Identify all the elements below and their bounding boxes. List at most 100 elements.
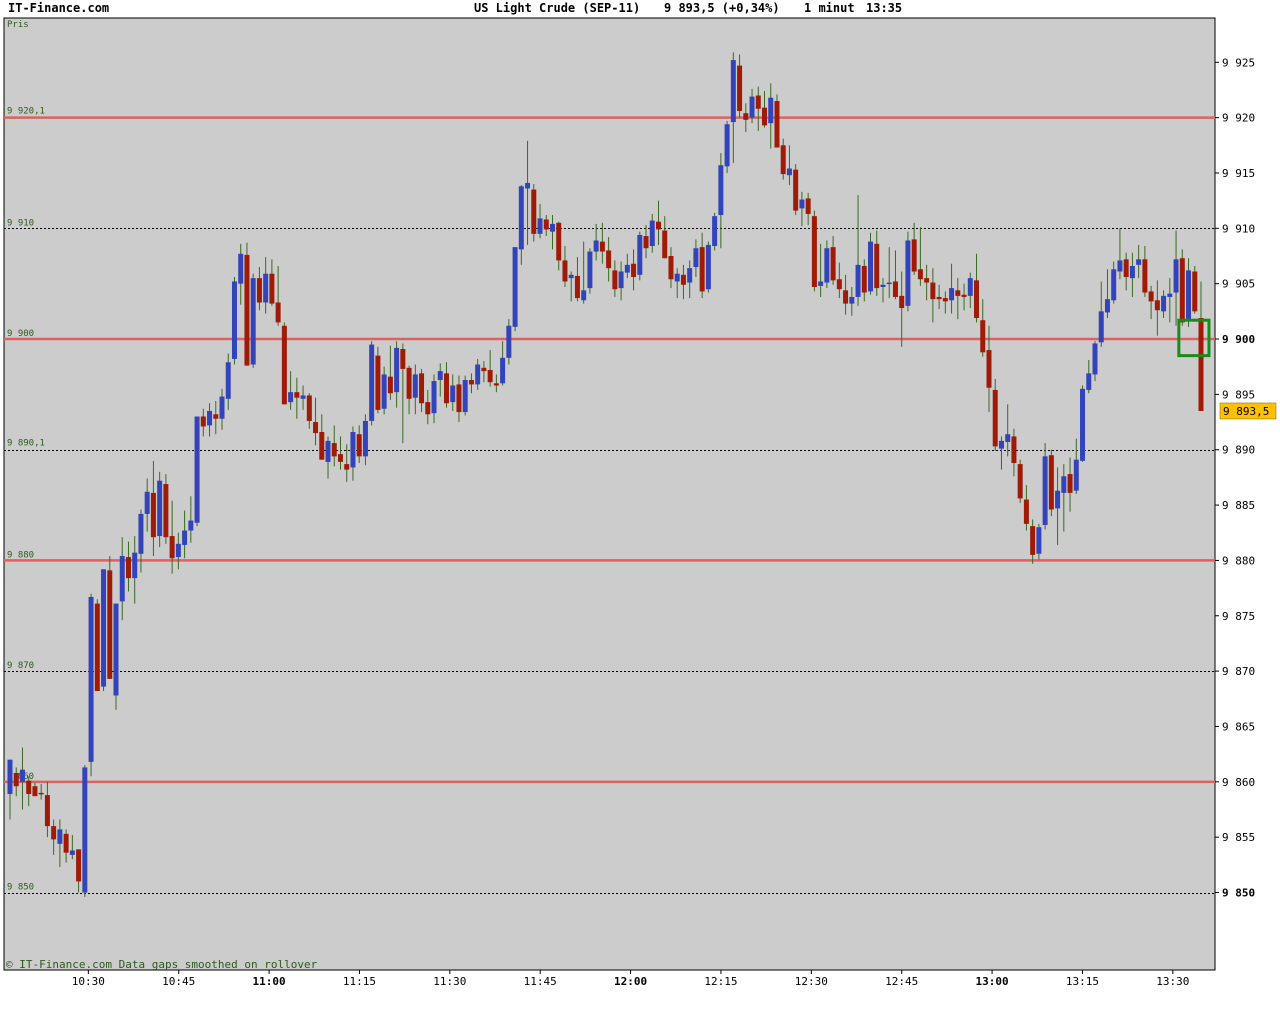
candle-body-up: [325, 440, 331, 462]
candle-body-down: [456, 384, 462, 413]
candle-body-up: [649, 220, 655, 247]
x-tick-label: 11:30: [433, 975, 466, 988]
candle-body-up: [967, 278, 973, 296]
x-tick-label: 11:45: [524, 975, 557, 988]
candle-body-up: [1111, 269, 1117, 301]
candle-body-up: [238, 253, 244, 284]
candle-body-up: [705, 244, 711, 290]
y-tick-label: 9 900: [1222, 333, 1255, 346]
candle-body-up: [101, 569, 107, 687]
candle-body-down: [387, 376, 393, 394]
x-tick-label: 12:15: [704, 975, 737, 988]
candle-body-up: [1167, 293, 1173, 297]
candle-body-down: [543, 219, 549, 230]
candle-body-up: [19, 769, 25, 782]
candle-body-down: [874, 243, 880, 289]
candle-body-down: [911, 239, 917, 272]
candle-body-up: [1080, 388, 1086, 461]
y-tick-label: 9 885: [1222, 499, 1255, 512]
candle-body-up: [1005, 434, 1011, 442]
candle-body-down: [1198, 317, 1204, 411]
price-axis-caption: Pris: [7, 20, 29, 30]
candle-body-up: [724, 124, 730, 167]
candle-body-up: [250, 278, 256, 365]
candle-body-down: [992, 389, 998, 447]
candle-body-up: [113, 603, 119, 696]
candle-body-down: [1148, 291, 1154, 302]
x-tick-label: 13:30: [1156, 975, 1189, 988]
candle-body-up: [1073, 459, 1079, 491]
candle-body-down: [125, 557, 131, 579]
y-tick-label: 9 905: [1222, 278, 1255, 291]
candle-body-down: [612, 270, 618, 290]
candle-body-down: [531, 189, 537, 234]
candle-body-up: [500, 357, 506, 384]
candle-body-down: [356, 434, 362, 457]
x-tick-label: 11:00: [253, 975, 286, 988]
candle-body-down: [680, 274, 686, 285]
candle-body-down: [38, 792, 44, 795]
candle-body-down: [337, 454, 343, 462]
candle-body-up: [119, 555, 125, 602]
candle-body-up: [687, 268, 693, 283]
candle-body-up: [288, 392, 294, 403]
candle-body-down: [26, 780, 32, 794]
candle-body-down: [656, 221, 662, 230]
candle-body-up: [225, 362, 231, 399]
candle-body-down: [32, 786, 38, 797]
candle-body-up: [132, 552, 138, 579]
y-tick-label: 9 870: [1222, 665, 1255, 678]
candle-body-down: [94, 603, 100, 692]
candle-body-down: [406, 367, 412, 399]
candle-body-down: [419, 373, 425, 404]
candle-body-up: [855, 264, 861, 297]
candle-body-up: [886, 282, 892, 285]
candle-body-up: [1117, 260, 1123, 272]
candle-body-down: [319, 432, 325, 460]
candle-body-up: [868, 241, 874, 292]
candle-body-up: [624, 264, 630, 273]
candle-body-down: [44, 795, 50, 827]
candle-body-up: [593, 240, 599, 252]
candle-body-down: [306, 395, 312, 421]
candle-body-up: [1036, 527, 1042, 554]
candle-body-up: [57, 829, 63, 844]
candle-body-up: [138, 513, 144, 554]
candle-body-up: [637, 234, 643, 275]
candle-body-down: [468, 379, 474, 385]
candle-body-down: [986, 350, 992, 388]
candle-body-down: [930, 282, 936, 300]
candle-body-down: [481, 367, 487, 372]
candle-body-up: [581, 290, 587, 301]
candle-body-down: [699, 247, 705, 292]
candle-body-down: [805, 198, 811, 214]
x-tick-label: 13:15: [1066, 975, 1099, 988]
candle-body-down: [375, 355, 381, 410]
candle-body-up: [799, 199, 805, 209]
candle-body-up: [587, 251, 593, 289]
candlestick-chart: 9 920,19 9109 9009 890,19 8809 8709 8609…: [3, 17, 1277, 988]
y-tick-label: 9 890: [1222, 444, 1255, 457]
candle-body-down: [836, 279, 842, 290]
candle-body-up: [300, 395, 306, 399]
candle-body-down: [169, 536, 175, 559]
candle-body-up: [525, 182, 531, 189]
y-axis: 9 850 9 855 9 860 9 865 9 870 9 875 9 880 9 885…: [1215, 56, 1277, 900]
candle-body-up: [263, 273, 269, 303]
candle-body-up: [824, 248, 830, 283]
candle-body-up: [194, 416, 200, 523]
candle-body-down: [917, 269, 923, 280]
candle-body-down: [892, 281, 898, 297]
candle-body-up: [231, 281, 237, 359]
y-tick-label: 9 915: [1222, 167, 1255, 180]
candle-body-down: [107, 570, 113, 679]
x-axis: 10:30 10:45 11:00 11:15 11:30 11:45 12:00 12:15…: [72, 970, 1189, 988]
candle-body-up: [381, 374, 387, 409]
candle-body-down: [13, 772, 19, 787]
candle-body-up: [7, 759, 13, 794]
candle-body-up: [693, 248, 699, 268]
candle-body-up: [749, 96, 755, 118]
candle-body-down: [51, 826, 57, 840]
candle-body-down: [487, 370, 493, 383]
y-tick-label: 9 920: [1222, 112, 1255, 125]
